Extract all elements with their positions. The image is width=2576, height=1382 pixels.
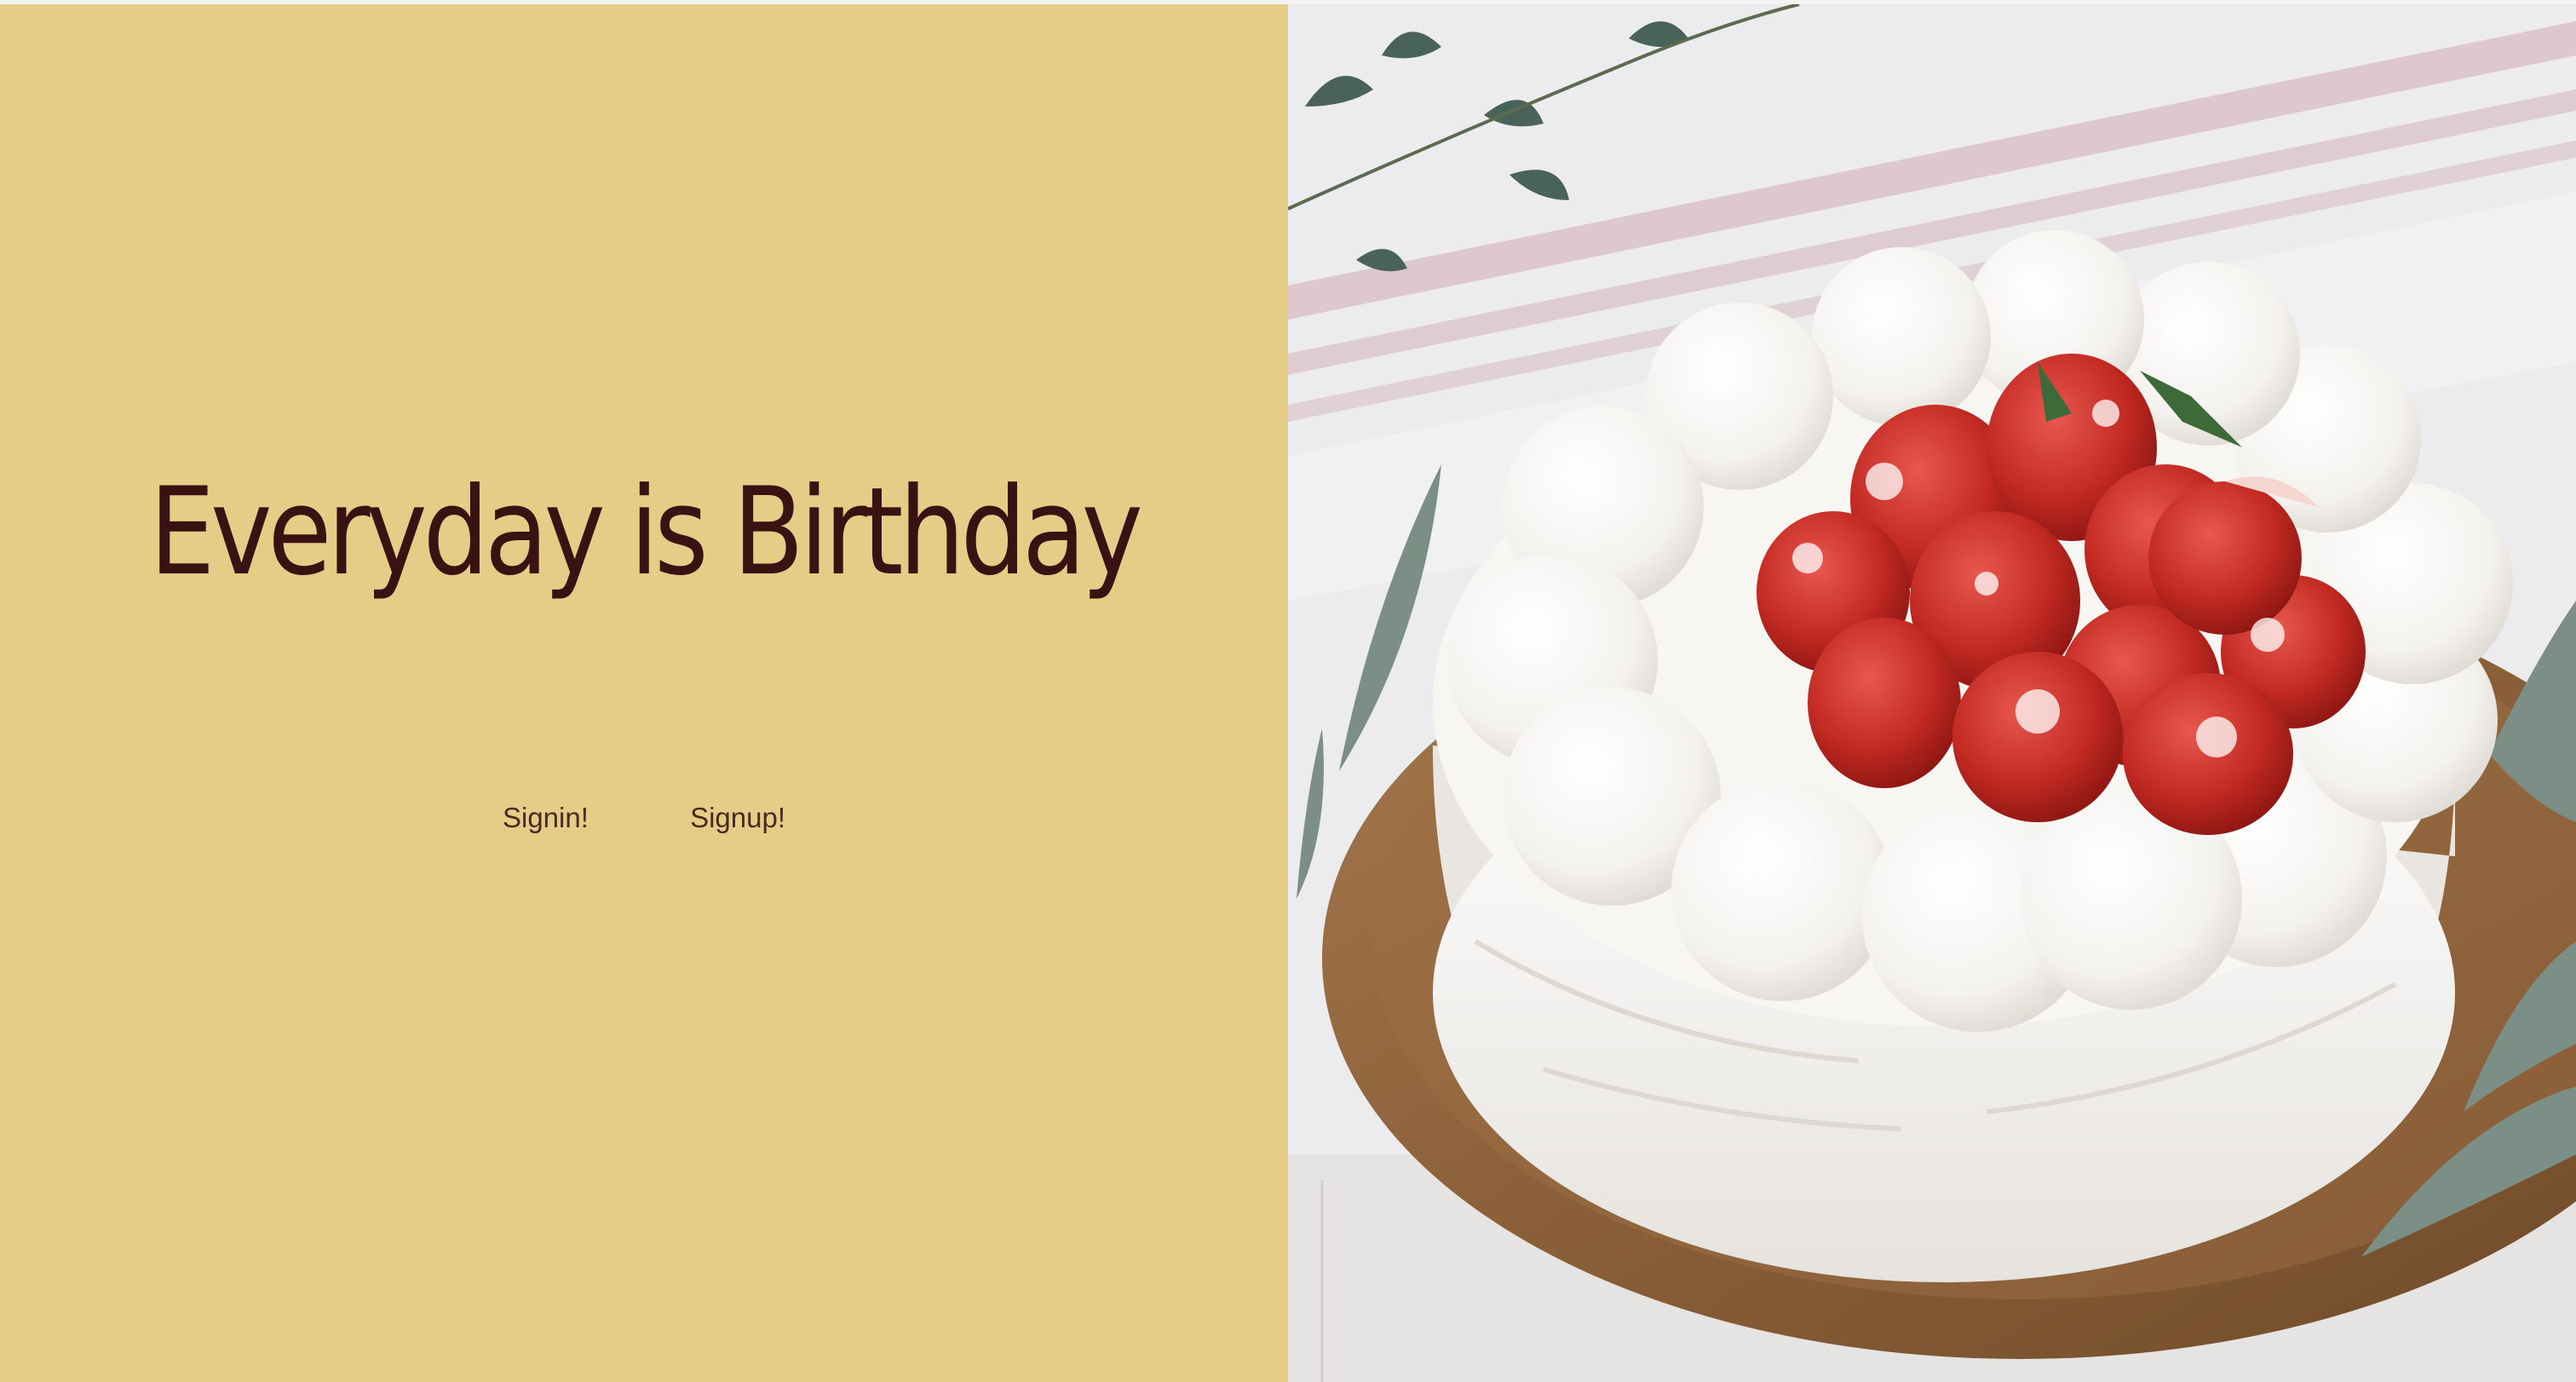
- auth-links: Signin! Signup!: [0, 797, 1288, 839]
- signin-link[interactable]: Signin!: [503, 797, 589, 839]
- cake-photo: [1288, 4, 2576, 1382]
- hero-panel: Everyday is Birthday Signin! Signup!: [0, 4, 1288, 1382]
- signup-link[interactable]: Signup!: [690, 797, 785, 839]
- cake-illustration: [1288, 4, 2576, 1382]
- landing-page: Everyday is Birthday Signin! Signup!: [0, 0, 2576, 1382]
- page-title: Everyday is Birthday: [149, 462, 1143, 602]
